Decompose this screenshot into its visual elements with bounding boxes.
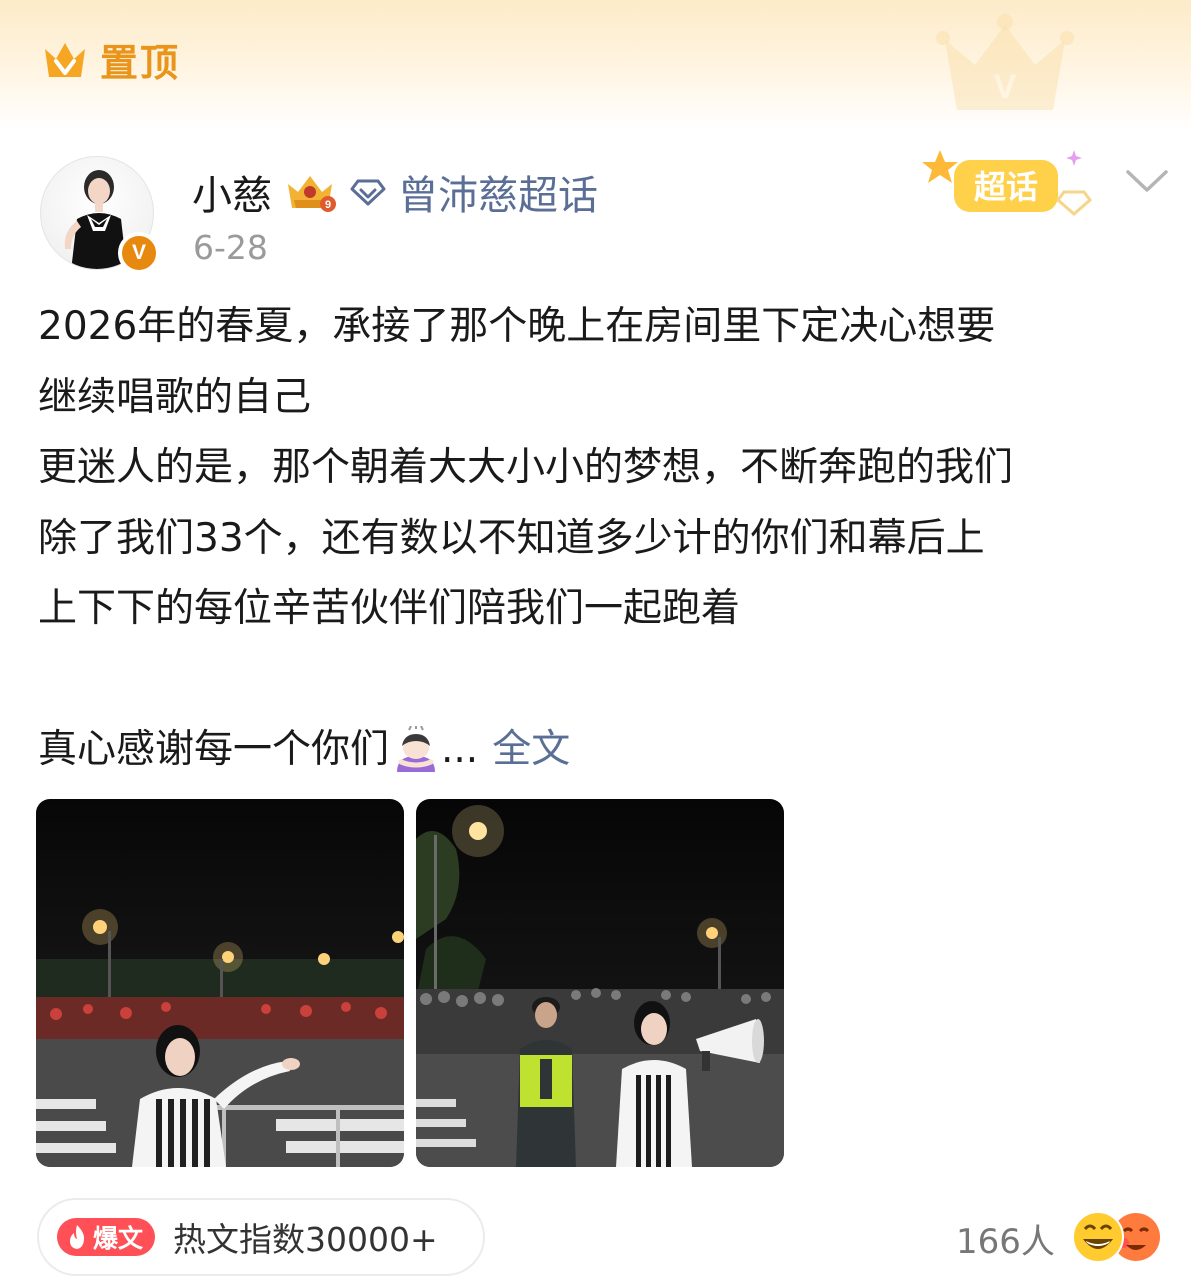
- flame-icon: [70, 1225, 85, 1249]
- post-line: 2026年的春夏，承接了那个晚上在房间里下定决心想要: [38, 304, 996, 349]
- crown-v-icon: [45, 42, 85, 77]
- author-row: 小慈 9 曾沛慈超话: [192, 164, 598, 220]
- chaohua-label: 超话: [974, 168, 1038, 206]
- hot-index-text: 热文指数30000+: [173, 1220, 438, 1259]
- pinned-banner: V 置顶: [0, 0, 1191, 130]
- laugh-emoji-icon: [1072, 1211, 1124, 1263]
- bowing-woman-emoji-icon: [397, 726, 436, 772]
- post-line: 上下下的每位辛苦伙伴们陪我们一起跑着: [38, 586, 741, 631]
- post-last-text: 真心感谢每一个你们: [38, 727, 390, 772]
- post-date: 6-28: [193, 228, 268, 267]
- hot-index-pill[interactable]: 爆文 热文指数30000+: [37, 1198, 485, 1276]
- pinned-label: 置顶: [100, 41, 181, 85]
- chevron-down-icon[interactable]: [1124, 166, 1170, 198]
- post-line: 除了我们33个，还有数以不知道多少计的你们和幕后上: [38, 515, 985, 561]
- pinned-label-row: 置顶: [42, 32, 180, 87]
- post-ellipsis: ...: [441, 727, 479, 772]
- chaohua-tag[interactable]: 超话: [914, 142, 1104, 226]
- vip-crown-icon[interactable]: 9: [282, 170, 338, 214]
- svg-text:9: 9: [325, 199, 331, 211]
- night-crowd-photo: [416, 799, 784, 1167]
- post-blank-line: [38, 645, 1168, 716]
- night-street-photo: [36, 799, 404, 1167]
- post-line: 继续唱歌的自己: [38, 374, 312, 420]
- post-photo-1[interactable]: [36, 799, 404, 1167]
- post-last-line: 真心感谢每一个你们... 全文: [38, 715, 1168, 786]
- post-line: 更迷人的是，那个朝着大大小小的梦想，不断奔跑的我们: [38, 445, 1014, 490]
- svg-text:V: V: [994, 68, 1017, 106]
- hot-badge: 爆文: [57, 1218, 156, 1256]
- diamond-topic-icon: [350, 179, 386, 206]
- topic-link[interactable]: 曾沛慈超话: [398, 163, 598, 221]
- crown-watermark-icon: V: [936, 14, 1074, 110]
- hot-badge-label: 爆文: [93, 1224, 144, 1253]
- post-photo-2[interactable]: [416, 799, 784, 1167]
- reaction-emojis[interactable]: [1072, 1209, 1164, 1265]
- author-name[interactable]: 小慈: [192, 163, 272, 221]
- verified-badge: V: [118, 232, 160, 274]
- full-text-link[interactable]: 全文: [492, 727, 570, 772]
- reaction-count[interactable]: 166人: [956, 1214, 1055, 1263]
- post-body: 2026年的春夏，承接了那个晚上在房间里下定决心想要 继续唱歌的自己 更迷人的是…: [38, 292, 1168, 786]
